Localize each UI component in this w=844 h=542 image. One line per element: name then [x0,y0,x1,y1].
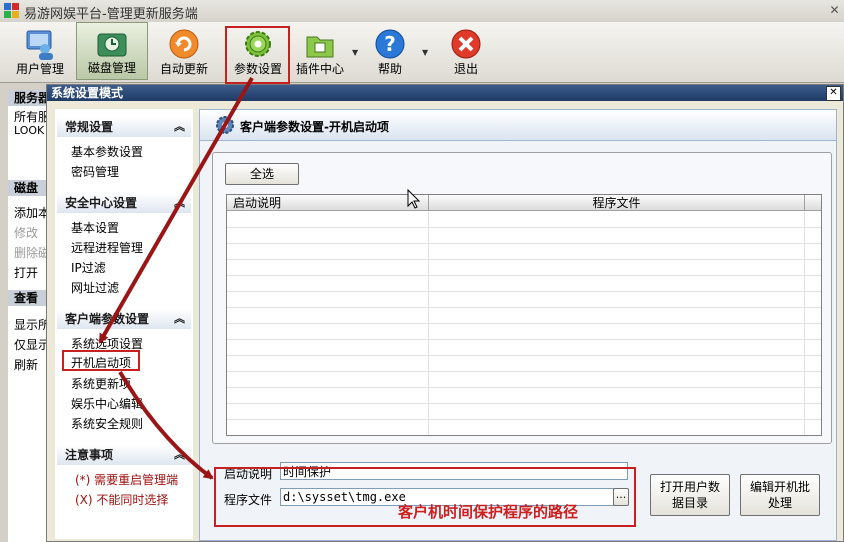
users-icon [26,30,53,60]
nav-group-title: 常规设置 [65,120,114,134]
grid-row-line [227,419,821,420]
toolbar-help[interactable]: ? 帮助 [354,22,426,80]
nav-item-password[interactable]: 密码管理 [71,163,119,180]
nav-item-url-filter[interactable]: 网址过滤 [71,279,119,296]
collapse-chevron-icon[interactable]: ︽ [174,309,185,329]
nav-item-basic-params[interactable]: 基本参数设置 [71,143,143,160]
toolbar-auto-update[interactable]: 自动更新 [148,22,220,80]
grid-row-line [227,307,821,308]
nav-item-startup-items[interactable]: 开机启动项 [71,354,131,371]
grid-row-line [227,275,821,276]
window-close-button[interactable]: ✕ [826,2,843,18]
svg-text:?: ? [384,32,396,56]
note-exclusive: (X) 不能同时选择 [75,493,169,507]
column-header-filler [805,195,821,211]
content-title: 客户端参数设置-开机启动项 [240,120,389,134]
toolbar-label: 帮助 [377,62,402,76]
grid-row-line [227,291,821,292]
nav-item-basic-settings[interactable]: 基本设置 [71,219,119,236]
nav-item-security-rules[interactable]: 系统安全规则 [71,415,143,432]
toolbar-exit[interactable]: 退出 [430,22,502,80]
nav-item-entertainment[interactable]: 娱乐中心编辑 [71,395,143,412]
grid-row-line [227,227,821,228]
nav-item-system-options[interactable]: 系统选项设置 [71,335,143,352]
edit-startup-batch-button[interactable]: 编辑开机批处理 [740,474,820,516]
dialog-close-button[interactable]: ✕ [826,86,841,101]
annotation-caption: 客户机时间保护程序的路径 [398,503,579,521]
exit-icon [451,29,481,59]
description-label: 启动说明 [224,467,273,481]
grid-row-line [227,259,821,260]
gear-icon [245,31,271,57]
open-user-data-dir-button[interactable]: 打开用户数据目录 [650,474,730,516]
toolbar-disk-management[interactable]: 磁盘管理 [76,22,148,80]
window-titlebar: 易游网娱平台-管理更新服务端 ✕ [0,0,844,23]
collapse-chevron-icon[interactable]: ︽ [174,193,185,213]
grid-row-line [227,323,821,324]
window-title: 易游网娱平台-管理更新服务端 [24,7,198,22]
main-toolbar: 用户管理 磁盘管理 自动更新 参数设置 插件中心 ▼ ? 帮助 ▼ 退出 [0,22,844,83]
note-restart: (*) 需要重启管理端 [75,473,179,487]
program-file-label: 程序文件 [224,493,273,507]
grid-row-line [227,403,821,404]
nav-item-ip-filter[interactable]: IP过滤 [71,259,106,276]
toolbar-label: 自动更新 [159,62,208,76]
description-input[interactable] [280,462,628,480]
collapse-chevron-icon[interactable]: ︽ [174,117,185,137]
toolbar-label: 插件中心 [295,62,344,76]
dialog-title: 系统设置模式 [47,85,843,101]
system-settings-dialog: 系统设置模式 ✕ 常规设置 ︽ 基本参数设置 密码管理 安全中心设置 ︽ 基本设… [46,84,844,542]
toolbar-user-management[interactable]: 用户管理 [4,22,76,80]
browse-button[interactable]: ... [613,488,629,506]
settings-nav: 常规设置 ︽ 基本参数设置 密码管理 安全中心设置 ︽ 基本设置 远程进程管理 … [55,109,193,539]
grid-row-line [227,355,821,356]
help-icon: ? [375,29,405,59]
nav-group-title: 安全中心设置 [65,196,138,210]
disk-icon [97,33,127,57]
toolbar-plugin-center[interactable]: 插件中心 [284,22,356,80]
column-header-program-file[interactable]: 程序文件 [429,195,805,211]
nav-item-system-update[interactable]: 系统更新项 [71,375,131,392]
notes-title: 注意事项 [65,448,114,462]
content-panel: 客户端参数设置-开机启动项 全选 启动说明 程序文件 启动说明 时间保护 程序文… [199,109,837,541]
nav-group-security[interactable]: 安全中心设置 ︽ [57,193,191,213]
nav-group-title: 客户端参数设置 [65,312,150,326]
toolbar-label: 退出 [453,62,478,76]
help-dropdown-icon[interactable]: ▼ [422,48,428,57]
nav-group-general[interactable]: 常规设置 ︽ [57,117,191,137]
startup-list-group: 全选 启动说明 程序文件 [212,152,832,444]
grid-row-line [227,243,821,244]
startup-table: 启动说明 程序文件 [226,194,822,436]
grid-row-line [227,339,821,340]
app-logo-icon [4,3,19,18]
plugin-icon [306,36,334,58]
nav-item-remote-process[interactable]: 远程进程管理 [71,239,143,256]
nav-group-client[interactable]: 客户端参数设置 ︽ [57,309,191,329]
refresh-icon [169,29,199,59]
toolbar-label: 磁盘管理 [87,61,136,75]
grid-row-line [227,371,821,372]
column-header-description[interactable]: 启动说明 [227,195,429,211]
content-header: 客户端参数设置-开机启动项 [200,110,836,141]
toolbar-label: 用户管理 [15,62,64,76]
select-all-button[interactable]: 全选 [225,163,299,185]
settings-gear-icon [216,116,234,134]
notes-header: 注意事项 ︽ [57,445,191,465]
collapse-chevron-icon[interactable]: ︽ [174,445,185,465]
grid-row-line [227,387,821,388]
